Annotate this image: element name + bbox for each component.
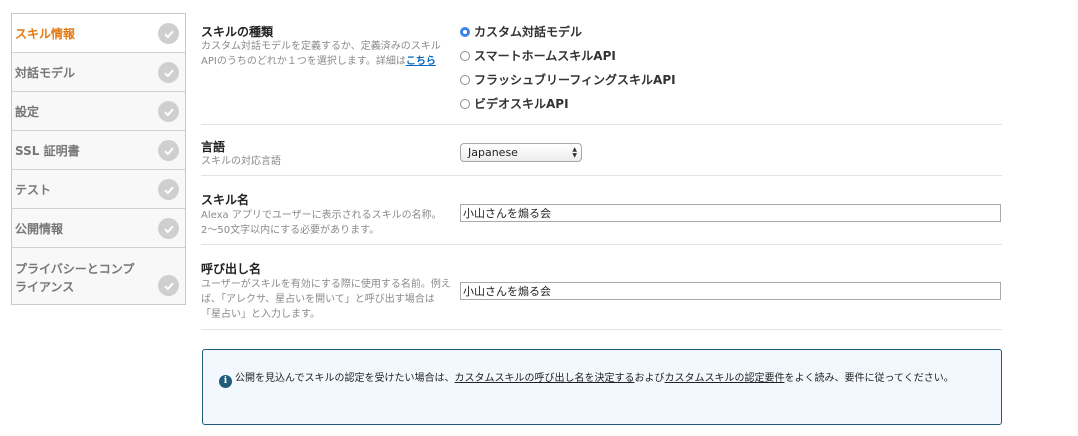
radio-smart-home[interactable]: スマートホームスキルAPI [460,47,616,64]
invocation-name-label: 呼び出し名 [201,262,262,276]
radio-flash-briefing[interactable]: フラッシュブリーフィングスキルAPI [460,71,676,88]
radio-label: スマートホームスキルAPI [474,49,616,63]
language-description: スキルの対応言語 [201,156,281,167]
sidebar-item-label: スキル情報 [15,27,76,41]
skill-name-label: スキル名 [201,193,250,207]
sidebar-item-label: 公開情報 [15,222,64,236]
radio-label: フラッシュブリーフィングスキルAPI [474,73,676,87]
sidebar-item-label: プライバシーとコンプライアンス [15,262,135,294]
skill-type-label: スキルの種類 [201,25,274,39]
info-text: 公開を見込んでスキルの認定を受けたい場合は、 [235,373,455,384]
details-link[interactable]: こちら [406,56,436,67]
skill-type-row: スキルの種類 カスタム対話モデルを定義するか、定義済みのスキルAPIのうちのどれ… [201,16,1002,125]
info-text: および [634,373,665,384]
radio-custom-model[interactable]: カスタム対話モデル [460,23,582,40]
check-circle-icon [158,179,179,200]
language-select[interactable]: Japanese ▲ ▼ [460,143,582,162]
language-label: 言語 [201,140,226,154]
skill-name-row: スキル名 Alexa アプリでユーザーに表示されるスキルの名称。2〜50文字以内… [201,176,1002,245]
info-icon: i [219,375,232,388]
sidebar-item-privacy-compliance[interactable]: プライバシーとコンプライアンス [12,248,185,304]
sidebar-item-ssl-certificate[interactable]: SSL 証明書 [12,131,185,170]
radio-label: カスタム対話モデル [474,25,583,39]
check-circle-icon [158,218,179,239]
language-row: 言語 スキルの対応言語 Japanese ▲ ▼ [201,125,1002,176]
sidebar-item-test[interactable]: テスト [12,170,185,209]
check-circle-icon [158,23,179,44]
sidebar-item-label: SSL 証明書 [15,144,80,158]
language-selected-value: Japanese [468,146,518,159]
skill-name-description: Alexa アプリでユーザーに表示されるスキルの名称。2〜50文字以内にする必要… [201,210,442,236]
radio-unchecked-icon[interactable] [460,74,470,85]
select-arrows-icon: ▲ ▼ [572,146,577,159]
invocation-name-description: ユーザーがスキルを有効にする際に使用する名前。例えば、「アレクサ、星占いを開いて… [201,279,451,320]
invocation-name-row: 呼び出し名 ユーザーがスキルを有効にする際に使用する名前。例えば、「アレクサ、星… [201,245,1002,330]
info-text: をよく読み、要件に従ってください。 [784,373,954,384]
check-circle-icon [158,140,179,161]
sidebar-item-label: 対話モデル [15,66,76,80]
radio-unchecked-icon[interactable] [460,50,470,61]
sidebar-item-skill-info[interactable]: スキル情報 [12,14,185,53]
radio-unchecked-icon[interactable] [460,98,470,109]
check-circle-icon [158,101,179,122]
check-circle-icon [158,275,179,296]
sidebar: スキル情報 対話モデル 設定 SSL 証明書 テスト 公開情報 プライバシーとコ… [11,13,186,305]
radio-label: ビデオスキルAPI [474,97,569,111]
skill-name-input[interactable] [460,204,1001,222]
sidebar-item-label: テスト [15,183,52,197]
sidebar-item-label: 設定 [15,105,40,119]
info-notice: i 公開を見込んでスキルの認定を受けたい場合は、カスタムスキルの呼び出し名を決定す… [202,349,1002,425]
sidebar-item-settings[interactable]: 設定 [12,92,185,131]
sidebar-item-publishing-info[interactable]: 公開情報 [12,209,185,248]
check-circle-icon [158,62,179,83]
sidebar-item-interaction-model[interactable]: 対話モデル [12,53,185,92]
invocation-name-guide-link[interactable]: カスタムスキルの呼び出し名を決定する [455,373,635,384]
certification-requirements-link[interactable]: カスタムスキルの認定要件 [665,373,785,384]
skill-type-description-text: カスタム対話モデルを定義するか、定義済みのスキルAPIのうちのどれか１つを選択し… [201,41,441,67]
radio-video-skill[interactable]: ビデオスキルAPI [460,95,569,112]
invocation-name-input[interactable] [460,282,1001,300]
skill-type-description: カスタム対話モデルを定義するか、定義済みのスキルAPIのうちのどれか１つを選択し… [201,39,453,69]
radio-checked-icon[interactable] [460,26,470,37]
